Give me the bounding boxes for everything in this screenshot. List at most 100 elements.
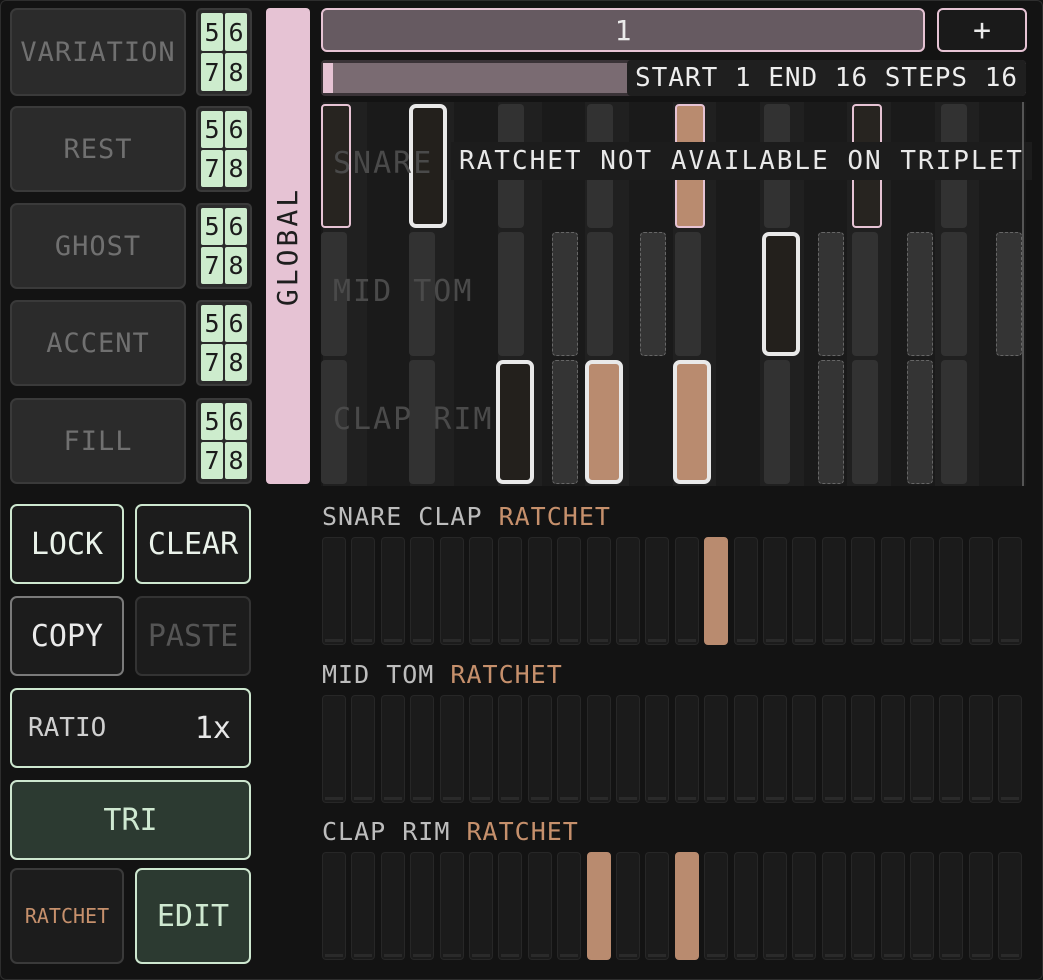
ratchet-step[interactable] — [380, 537, 405, 645]
tri-button[interactable]: TRI — [10, 780, 251, 860]
ratchet-step[interactable] — [763, 537, 787, 645]
ratchet-step[interactable] — [968, 537, 993, 645]
ratchet-step[interactable] — [998, 852, 1023, 960]
add-pattern-button[interactable]: + — [937, 8, 1027, 52]
ratchet-step[interactable] — [527, 695, 552, 803]
ratchet-step[interactable] — [851, 852, 876, 960]
ratchet-step[interactable] — [557, 695, 582, 803]
num-8[interactable]: 8 — [225, 247, 247, 284]
step-cell[interactable] — [818, 232, 844, 356]
step-cell[interactable] — [852, 360, 878, 484]
ratchet-step[interactable] — [939, 537, 964, 645]
ratchet-step[interactable] — [998, 537, 1023, 645]
num-7[interactable]: 7 — [201, 247, 223, 284]
ratio-control[interactable]: RATIO 1x — [10, 688, 251, 768]
fill-button[interactable]: FILL — [10, 398, 186, 484]
ratchet-step[interactable] — [322, 695, 346, 803]
ratchet-step[interactable] — [498, 852, 523, 960]
ratchet-step[interactable] — [968, 852, 993, 960]
num-5[interactable]: 5 — [201, 305, 223, 342]
num-6[interactable]: 6 — [225, 305, 247, 342]
ratchet-step[interactable] — [322, 852, 346, 960]
range-start-handle[interactable] — [323, 63, 333, 93]
num-6[interactable]: 6 — [225, 13, 247, 51]
copy-button[interactable]: COPY — [10, 596, 124, 676]
num-8[interactable]: 8 — [225, 53, 247, 91]
ghost-button[interactable]: GHOST — [10, 203, 186, 289]
accent-button[interactable]: ACCENT — [10, 300, 186, 386]
ratchet-step[interactable] — [704, 852, 729, 960]
ratchet-step[interactable] — [851, 537, 876, 645]
ratchet-step[interactable] — [527, 852, 552, 960]
step-cell[interactable] — [852, 232, 878, 356]
num-7[interactable]: 7 — [201, 53, 223, 91]
ratchet-step[interactable] — [439, 695, 464, 803]
variation-button[interactable]: VARIATION — [10, 8, 186, 96]
ratchet-step[interactable] — [410, 852, 435, 960]
ratchet-step[interactable] — [674, 695, 699, 803]
ratchet-step[interactable] — [616, 537, 640, 645]
num-7[interactable]: 7 — [201, 442, 223, 479]
num-7[interactable]: 7 — [201, 150, 223, 187]
ratchet-step[interactable] — [704, 695, 729, 803]
num-8[interactable]: 8 — [225, 150, 247, 187]
ratchet-step[interactable] — [498, 695, 523, 803]
ratchet-step[interactable] — [792, 695, 817, 803]
num-5[interactable]: 5 — [201, 208, 223, 245]
paste-button[interactable]: PASTE — [135, 596, 251, 676]
ratchet-step[interactable] — [821, 537, 846, 645]
ratchet-step[interactable] — [498, 537, 523, 645]
ratchet-step[interactable] — [557, 537, 582, 645]
ratchet-step[interactable] — [586, 852, 611, 960]
ratchet-step[interactable] — [645, 852, 670, 960]
step-cell[interactable] — [496, 360, 534, 484]
ratchet-step[interactable] — [733, 852, 758, 960]
ratchet-step[interactable] — [674, 537, 699, 645]
clear-button[interactable]: CLEAR — [135, 504, 251, 584]
num-8[interactable]: 8 — [225, 442, 247, 479]
ratchet-step[interactable] — [380, 695, 405, 803]
ratchet-step[interactable] — [851, 695, 876, 803]
ratchet-step[interactable] — [469, 537, 493, 645]
ratchet-step[interactable] — [821, 852, 846, 960]
ratchet-step[interactable] — [792, 537, 817, 645]
ratchet-step[interactable] — [645, 695, 670, 803]
num-7[interactable]: 7 — [201, 344, 223, 381]
ratchet-step[interactable] — [763, 695, 787, 803]
ratchet-step[interactable] — [439, 537, 464, 645]
ratchet-step[interactable] — [733, 695, 758, 803]
ratchet-step[interactable] — [910, 852, 934, 960]
ratchet-step[interactable] — [351, 852, 376, 960]
step-cell[interactable] — [552, 232, 578, 356]
ratchet-step[interactable] — [351, 537, 376, 645]
ratchet-step[interactable] — [821, 695, 846, 803]
ratchet-step[interactable] — [939, 695, 964, 803]
ratchet-step[interactable] — [586, 537, 611, 645]
ratchet-step[interactable] — [939, 852, 964, 960]
ratchet-step[interactable] — [351, 695, 376, 803]
ratchet-step[interactable] — [557, 852, 582, 960]
ratchet-step[interactable] — [733, 537, 758, 645]
step-cell[interactable] — [673, 360, 711, 484]
edit-button[interactable]: EDIT — [135, 868, 251, 964]
ratchet-step[interactable] — [645, 537, 670, 645]
ratchet-step[interactable] — [674, 852, 699, 960]
ratchet-step[interactable] — [439, 852, 464, 960]
ratchet-step[interactable] — [763, 852, 787, 960]
ratchet-step[interactable] — [968, 695, 993, 803]
ratchet-button[interactable]: RATCHET — [10, 868, 124, 964]
num-6[interactable]: 6 — [225, 208, 247, 245]
step-cell[interactable] — [818, 360, 844, 484]
global-button[interactable]: GLOBAL — [266, 8, 310, 484]
num-6[interactable]: 6 — [225, 111, 247, 148]
num-5[interactable]: 5 — [201, 111, 223, 148]
num-5[interactable]: 5 — [201, 403, 223, 440]
ratchet-step[interactable] — [380, 852, 405, 960]
num-6[interactable]: 6 — [225, 403, 247, 440]
step-cell[interactable] — [585, 360, 623, 484]
rest-button[interactable]: REST — [10, 106, 186, 192]
ratchet-step[interactable] — [880, 695, 905, 803]
step-cell[interactable] — [498, 232, 524, 356]
ratchet-step[interactable] — [527, 537, 552, 645]
ratchet-step[interactable] — [410, 695, 435, 803]
